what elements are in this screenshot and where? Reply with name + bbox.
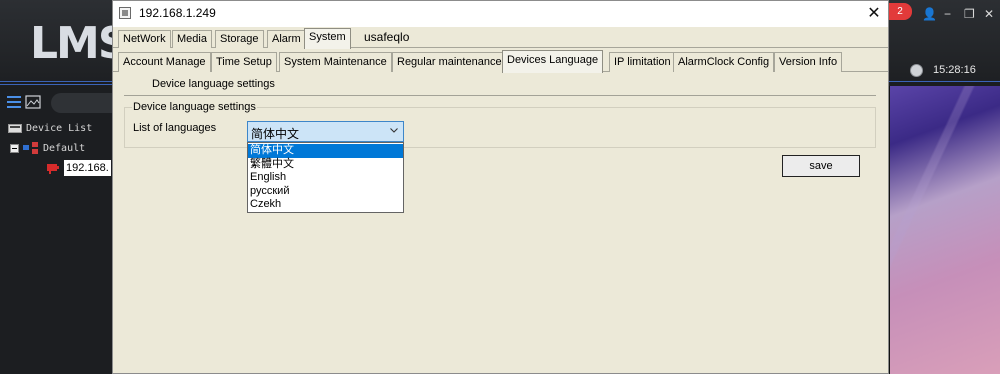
notification-badge[interactable]: 2	[888, 3, 912, 20]
device-settings-dialog: 192.168.1.249 ✕ NetWork Media Storage Al…	[112, 0, 889, 374]
device-list-icon	[8, 123, 22, 133]
group-icon	[23, 142, 38, 154]
minimize-icon[interactable]: −	[944, 7, 951, 21]
dialog-titlebar[interactable]: 192.168.1.249 ✕	[113, 1, 888, 27]
dialog-title: 192.168.1.249	[139, 6, 216, 20]
tab-system[interactable]: System	[304, 28, 351, 49]
tab-network[interactable]: NetWork	[118, 30, 171, 48]
user-icon[interactable]: 👤	[922, 7, 937, 21]
language-option[interactable]: English	[248, 171, 403, 185]
background-window-controls: 2 👤 − ❐ ✕	[888, 0, 1000, 30]
language-select-value: 简体中文	[251, 127, 300, 141]
tab-regular-maintenance[interactable]: Regular maintenance	[392, 52, 507, 72]
tree-item-device-list[interactable]: Device List	[8, 121, 92, 137]
language-groupbox	[124, 107, 876, 148]
main-tab-strip: NetWork Media Storage Alarm System usafe…	[113, 28, 888, 49]
chevron-down-icon	[390, 128, 398, 133]
groupbox-title: Device language settings	[132, 101, 257, 113]
collapse-icon[interactable]	[10, 143, 19, 153]
list-view-icon[interactable]	[6, 95, 22, 109]
tab-ip-limitation[interactable]: IP limitation	[609, 52, 676, 72]
tree-item-device[interactable]: 192.168.	[46, 160, 111, 176]
save-button[interactable]: save	[782, 155, 860, 177]
tab-devices-language[interactable]: Devices Language	[502, 50, 604, 73]
camera-icon	[47, 164, 59, 174]
sidebar-toolbar	[6, 93, 131, 115]
restore-icon[interactable]: ❐	[964, 7, 975, 21]
tab-storage[interactable]: Storage	[215, 30, 264, 48]
tree-label-default: Default	[43, 143, 86, 154]
language-option[interactable]: Czekh	[248, 198, 403, 212]
tab-time-setup[interactable]: Time Setup	[211, 52, 277, 72]
image-view-icon[interactable]	[25, 95, 41, 109]
video-preview	[889, 86, 1000, 374]
system-sub-tab-strip: Account Manage Time Setup System Mainten…	[113, 50, 888, 73]
clock-time: 15:28:16	[933, 64, 976, 76]
language-dropdown-list: 简体中文 繁體中文 English русский Czekh	[247, 142, 404, 213]
language-option[interactable]: 简体中文	[248, 144, 403, 158]
section-divider	[124, 95, 876, 96]
tree-label-device-list: Device List	[26, 123, 93, 134]
tab-version-info[interactable]: Version Info	[774, 52, 843, 72]
tab-account-manage[interactable]: Account Manage	[118, 52, 211, 72]
clock-area: 15:28:16	[888, 62, 1000, 80]
user-label: usafeqlo	[364, 30, 410, 44]
language-select[interactable]: 简体中文	[247, 121, 404, 142]
tree-label-device-ip: 192.168.	[64, 160, 111, 176]
tab-alarmclock-config[interactable]: AlarmClock Config	[673, 52, 775, 72]
tab-alarm[interactable]: Alarm	[267, 30, 306, 48]
tab-media[interactable]: Media	[172, 30, 212, 48]
tab-system-maintenance[interactable]: System Maintenance	[279, 52, 392, 72]
close-icon[interactable]: ✕	[984, 7, 994, 21]
device-sidebar: Device List Default 192.168.	[0, 84, 131, 374]
language-option[interactable]: 繁體中文	[248, 158, 403, 172]
dialog-close-button[interactable]: ✕	[860, 1, 888, 27]
language-list-label: List of languages	[133, 122, 217, 134]
section-caption: Device language settings	[152, 78, 275, 90]
tree-item-default-group[interactable]: Default	[10, 141, 85, 157]
language-option[interactable]: русский	[248, 185, 403, 199]
window-icon	[119, 7, 131, 19]
clock-icon	[910, 64, 923, 77]
